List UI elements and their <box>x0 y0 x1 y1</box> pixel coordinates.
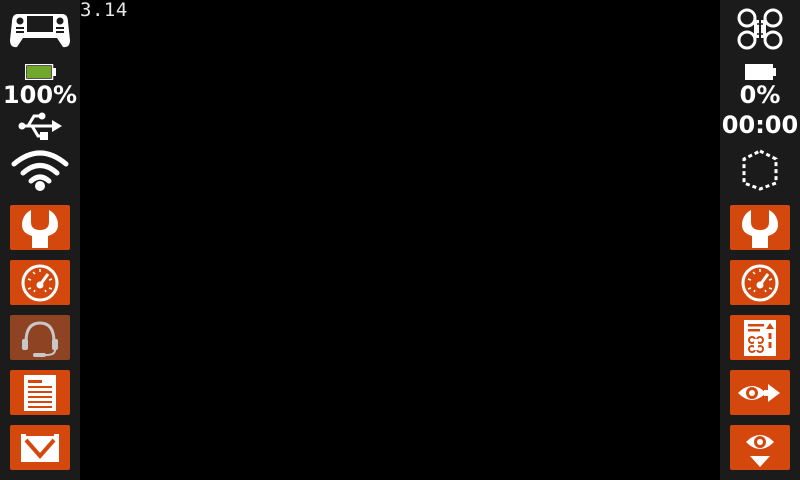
wrench-icon <box>742 209 778 248</box>
battery-percent: 0% <box>739 81 781 109</box>
right-sidebar: 0% 00:00 <box>720 0 800 480</box>
drone-icon <box>736 6 784 56</box>
trainer-button[interactable] <box>10 315 70 360</box>
document-icon <box>24 374 56 411</box>
model-setup-button[interactable] <box>730 315 790 360</box>
main-view: 3.14 <box>80 0 720 480</box>
wifi-icon <box>11 148 69 196</box>
envelope-icon <box>21 431 59 462</box>
left-sidebar: 100% <box>0 0 80 480</box>
settings-button[interactable] <box>10 205 70 250</box>
gauge-icon <box>21 264 59 301</box>
drone-checklist-icon <box>744 319 776 356</box>
settings-button[interactable] <box>730 205 790 250</box>
usb-icon <box>18 111 62 145</box>
log-button[interactable] <box>10 370 70 415</box>
eye-forward-icon <box>738 383 780 402</box>
gamepad-icon <box>10 10 70 54</box>
flight-timer: 00:00 <box>721 111 799 139</box>
view-next-button[interactable] <box>730 370 790 415</box>
disconnected-icon <box>741 149 779 195</box>
wrench-icon <box>22 209 58 248</box>
eye-down-icon <box>746 434 774 467</box>
telemetry-button[interactable] <box>10 260 70 305</box>
version-label: 3.14 <box>80 0 128 21</box>
telemetry-button[interactable] <box>730 260 790 305</box>
view-down-button[interactable] <box>730 425 790 470</box>
messages-button[interactable] <box>10 425 70 470</box>
gauge-icon <box>741 264 779 301</box>
headset-icon <box>22 320 58 357</box>
battery-percent: 100% <box>2 81 78 109</box>
